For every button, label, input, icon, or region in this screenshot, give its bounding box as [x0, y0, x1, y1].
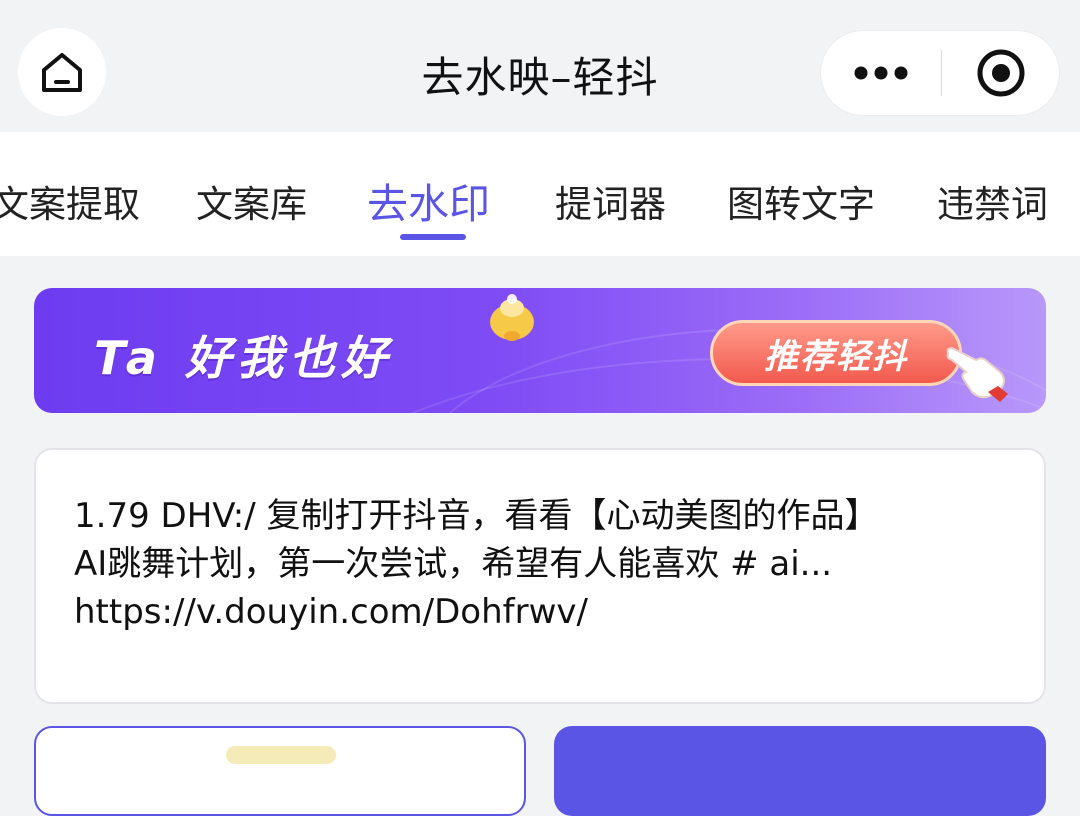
tab-remove-watermark[interactable]: 去水印 — [367, 170, 490, 230]
tab-bar: 文案提取 文案库 去水印 提词器 图转文字 违禁词 — [0, 132, 1080, 256]
tab-copy-library[interactable]: 文案库 — [196, 174, 307, 228]
navigation-bar: 去水映–轻抖 — [0, 0, 1080, 132]
more-dots-icon — [854, 66, 908, 80]
tab-banned-words[interactable]: 违禁词 — [937, 174, 1048, 228]
share-text-line: 1.79 DHV:/ 复制打开抖音，看看【心动美图的作品】 — [74, 496, 879, 536]
secondary-action-button[interactable] — [34, 726, 526, 816]
share-text-line: AI跳舞计划，第一次尝试，希望有人能喜欢 # ai... — [74, 544, 833, 584]
primary-action-button[interactable] — [554, 726, 1046, 816]
target-close-icon — [977, 49, 1024, 97]
banner-slogan: Ta 好我也好 — [94, 331, 393, 385]
recommend-button[interactable]: 推荐轻抖 — [710, 320, 962, 386]
bell-icon — [490, 294, 534, 341]
pointing-hand-icon — [946, 346, 1008, 402]
close-button[interactable] — [942, 31, 1059, 115]
mini-program-capsule — [820, 30, 1060, 116]
tab-teleprompter[interactable]: 提词器 — [555, 174, 666, 228]
active-tab-indicator — [400, 234, 466, 240]
tab-image-to-text[interactable]: 图转文字 — [727, 174, 875, 228]
promo-banner[interactable]: Ta 好我也好 推荐轻抖 — [34, 288, 1046, 413]
button-hint-decoration — [226, 746, 336, 764]
more-button[interactable] — [821, 31, 941, 115]
share-link-text: 1.79 DHV:/ 复制打开抖音，看看【心动美图的作品】 AI跳舞计划，第一次… — [74, 492, 1014, 636]
tab-copy-extract[interactable]: 文案提取 — [0, 174, 140, 228]
share-link-input[interactable]: 1.79 DHV:/ 复制打开抖音，看看【心动美图的作品】 AI跳舞计划，第一次… — [34, 448, 1046, 704]
share-text-line: https://v.douyin.com/Dohfrwv/ — [74, 592, 588, 632]
